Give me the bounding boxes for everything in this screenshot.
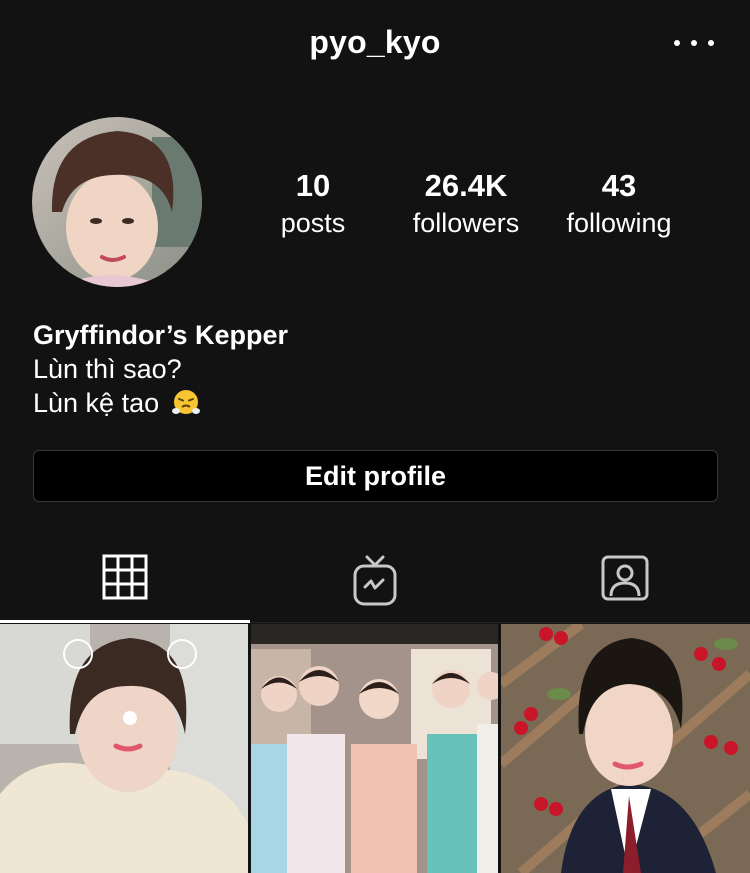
- stat-label: following: [566, 208, 672, 238]
- stat-followers[interactable]: 26.4K followers: [386, 168, 546, 242]
- post-thumbnail[interactable]: [0, 624, 248, 873]
- tab-divider: [250, 622, 750, 623]
- active-tab-indicator: [0, 620, 250, 623]
- dot: [708, 40, 714, 46]
- profile-avatar[interactable]: [32, 117, 202, 287]
- tab-igtv[interactable]: [250, 545, 500, 623]
- profile-header: pyo_kyo: [0, 0, 750, 90]
- stat-following[interactable]: 43 following: [539, 168, 699, 242]
- display-name: Gryffindor’s Kepper: [33, 320, 289, 350]
- profile-bio: Gryffindor’s Kepper Lùn thì sao? Lùn kệ …: [33, 318, 288, 420]
- tab-tagged[interactable]: [500, 545, 750, 623]
- grid-icon: [102, 554, 148, 600]
- bio-line-with-emoji: Lùn kệ tao: [33, 386, 288, 420]
- igtv-icon: [353, 555, 397, 606]
- stat-value: 43: [601, 168, 637, 203]
- stat-value: 10: [295, 168, 331, 203]
- steam-face-emoji-icon: [171, 387, 201, 417]
- stat-posts[interactable]: 10 posts: [233, 168, 393, 242]
- bio-line: Lùn thì sao?: [33, 354, 182, 384]
- tab-posts-grid[interactable]: [0, 545, 250, 623]
- post-thumbnail[interactable]: [251, 624, 498, 873]
- dot: [691, 40, 697, 46]
- posts-grid: [0, 624, 750, 873]
- stat-label: followers: [412, 208, 520, 238]
- stat-value: 26.4K: [424, 168, 508, 203]
- profile-username[interactable]: pyo_kyo: [0, 24, 750, 61]
- stat-label: posts: [280, 208, 346, 238]
- dot: [674, 40, 680, 46]
- bio-line: Lùn kệ tao: [33, 388, 160, 418]
- post-thumbnail[interactable]: [501, 624, 750, 873]
- edit-profile-button[interactable]: Edit profile: [33, 450, 718, 502]
- profile-tabs: [0, 545, 750, 623]
- more-options-icon[interactable]: [674, 30, 714, 56]
- tagged-user-icon: [601, 555, 649, 601]
